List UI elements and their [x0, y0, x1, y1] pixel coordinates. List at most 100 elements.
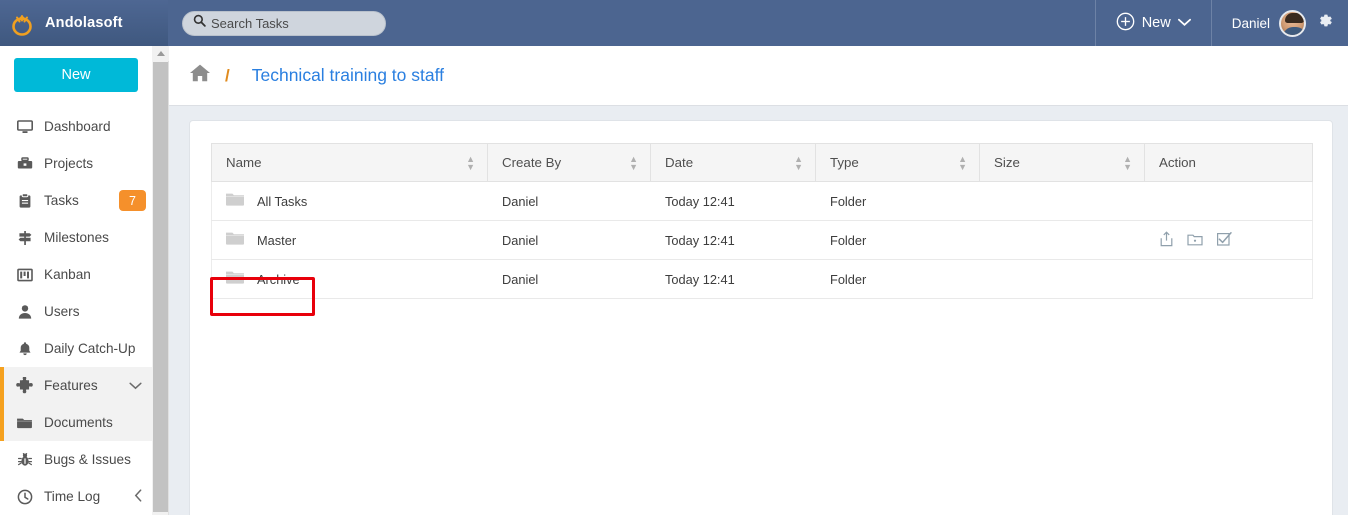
files-table: Name ▲▼ Create By ▲▼ Date ▲▼ Type ▲▼ — [211, 143, 1313, 299]
column-header-create-by[interactable]: Create By ▲ ▼ — [487, 143, 651, 182]
gear-icon[interactable] — [1315, 11, 1334, 35]
cell-action — [1144, 220, 1313, 260]
sidebar-item-projects[interactable]: Projects — [0, 145, 152, 182]
sidebar-item-label: Documents — [44, 415, 113, 430]
sidebar-item-label: Time Log — [44, 489, 101, 504]
cell-action — [1144, 181, 1313, 221]
sidebar-item-label: Kanban — [44, 267, 91, 282]
signpost-icon — [16, 229, 33, 246]
sidebar-item-daily-catch-up[interactable]: Daily Catch-Up — [0, 330, 152, 367]
cell-name[interactable]: Master — [211, 220, 488, 260]
sidebar-item-label: Dashboard — [44, 119, 111, 134]
sidebar-item-label: Milestones — [44, 230, 109, 245]
search-icon — [193, 14, 206, 32]
sidebar-item-time-log[interactable]: Time Log — [0, 478, 152, 515]
plus-circle-icon — [1116, 12, 1135, 35]
column-label: Type — [830, 155, 859, 170]
table-header-row: Name ▲▼ Create By ▲▼ Date ▲▼ Type ▲▼ — [211, 143, 1313, 182]
brand-area[interactable]: Andolasoft — [0, 0, 168, 46]
cell-size — [979, 259, 1145, 299]
home-icon[interactable] — [189, 63, 211, 88]
new-button-label: New — [1141, 15, 1171, 31]
folder-icon — [226, 192, 244, 210]
table-row[interactable]: All Tasks Daniel Today 12:41 Folder — [211, 181, 1313, 221]
sidebar-item-bugs-and-issues[interactable]: Bugs & Issues — [0, 441, 152, 478]
page-title[interactable]: Technical training to staff — [252, 65, 444, 86]
bug-icon — [16, 451, 33, 468]
cell-create-by: Daniel — [487, 259, 651, 299]
sidebar-item-label: Projects — [44, 156, 94, 171]
search-input[interactable] — [211, 15, 375, 31]
user-name: Daniel — [1231, 15, 1270, 31]
avatar[interactable] — [1279, 9, 1306, 37]
cell-type: Folder — [815, 259, 980, 299]
column-header-action: Action — [1144, 143, 1313, 182]
bell-icon — [16, 340, 33, 357]
sidebar-item-users[interactable]: Users — [0, 293, 152, 330]
user-icon — [16, 303, 33, 320]
sidebar-item-label: Features — [44, 378, 98, 393]
sidebar-nav: Dashboard Projects Tasks 7 Milestones Ka… — [0, 108, 152, 515]
sort-arrows-icon[interactable]: ▲ ▼ — [466, 154, 475, 171]
briefcase-icon — [16, 155, 33, 172]
column-header-type[interactable]: Type ▲ ▼ — [815, 143, 980, 182]
breadcrumb-separator: / — [225, 65, 230, 85]
scrollbar-thumb[interactable] — [153, 62, 168, 512]
sort-arrows-icon[interactable]: ▲ ▼ — [1123, 154, 1132, 171]
clock-icon — [16, 488, 33, 505]
column-label: Size — [994, 155, 1020, 170]
chevron-down-icon[interactable] — [129, 378, 142, 393]
sidebar-item-label: Tasks — [44, 193, 79, 208]
column-header-size[interactable]: Size ▲ ▼ — [979, 143, 1145, 182]
user-menu[interactable]: Daniel — [1212, 0, 1348, 46]
sidebar-item-dashboard[interactable]: Dashboard — [0, 108, 152, 145]
sidebar-item-features[interactable]: Features — [0, 367, 152, 404]
sidebar-item-label: Users — [44, 304, 80, 319]
brand-name: Andolasoft — [45, 15, 123, 31]
table-row[interactable]: Master Daniel Today 12:41 Folder — [211, 220, 1313, 260]
cell-name[interactable]: Archive — [211, 259, 488, 299]
cell-name[interactable]: All Tasks — [211, 181, 488, 221]
file-list-card: Name ▲▼ Create By ▲▼ Date ▲▼ Type ▲▼ — [189, 120, 1333, 515]
cell-create-by: Daniel — [487, 220, 651, 260]
clipboard-icon — [16, 192, 33, 209]
cell-type: Folder — [815, 220, 980, 260]
ring-logo-icon — [8, 9, 36, 37]
sidebar-item-tasks[interactable]: Tasks 7 — [0, 182, 152, 219]
cell-action — [1144, 259, 1313, 299]
sidebar-item-label: Bugs & Issues — [44, 452, 131, 467]
column-label: Date — [665, 155, 694, 170]
search-box[interactable] — [182, 10, 386, 36]
sidebar-item-milestones[interactable]: Milestones — [0, 219, 152, 256]
header-right-group: New Daniel — [1094, 0, 1348, 46]
column-header-date[interactable]: Date ▲ ▼ — [650, 143, 816, 182]
sort-arrows-icon[interactable]: ▲ ▼ — [629, 154, 638, 171]
main-content: / Technical training to staff Name ▲ ▼ Cr… — [169, 46, 1348, 515]
monitor-icon — [16, 118, 33, 135]
tasks-count-badge: 7 — [119, 190, 146, 211]
sort-arrows-icon[interactable]: ▲ ▼ — [958, 154, 967, 171]
column-header-name[interactable]: Name ▲ ▼ — [211, 143, 488, 182]
column-label: Name — [226, 155, 262, 170]
sidebar-scrollbar[interactable] — [152, 46, 169, 515]
checkbox-checked-icon[interactable] — [1216, 231, 1232, 250]
sidebar-item-documents[interactable]: Documents — [0, 404, 152, 441]
column-label: Create By — [502, 155, 562, 170]
new-button[interactable]: New — [1094, 0, 1212, 46]
folder-icon — [226, 270, 244, 288]
columns-icon — [16, 266, 33, 283]
cell-type: Folder — [815, 181, 980, 221]
cell-date: Today 12:41 — [650, 259, 816, 299]
folder-icon — [226, 231, 244, 249]
caret-up-icon[interactable] — [152, 46, 169, 61]
share-upload-icon[interactable] — [1159, 230, 1174, 250]
sort-arrows-icon[interactable]: ▲ ▼ — [794, 154, 803, 171]
chevron-down-icon — [1177, 15, 1191, 31]
folder-icon — [16, 414, 33, 431]
chevron-left-icon[interactable] — [134, 488, 142, 505]
table-row[interactable]: Archive Daniel Today 12:41 Folder — [211, 259, 1313, 299]
sidebar-new-button[interactable]: New — [14, 58, 138, 92]
sidebar-item-kanban[interactable]: Kanban — [0, 256, 152, 293]
cell-size — [979, 181, 1145, 221]
new-folder-icon[interactable] — [1187, 231, 1203, 250]
